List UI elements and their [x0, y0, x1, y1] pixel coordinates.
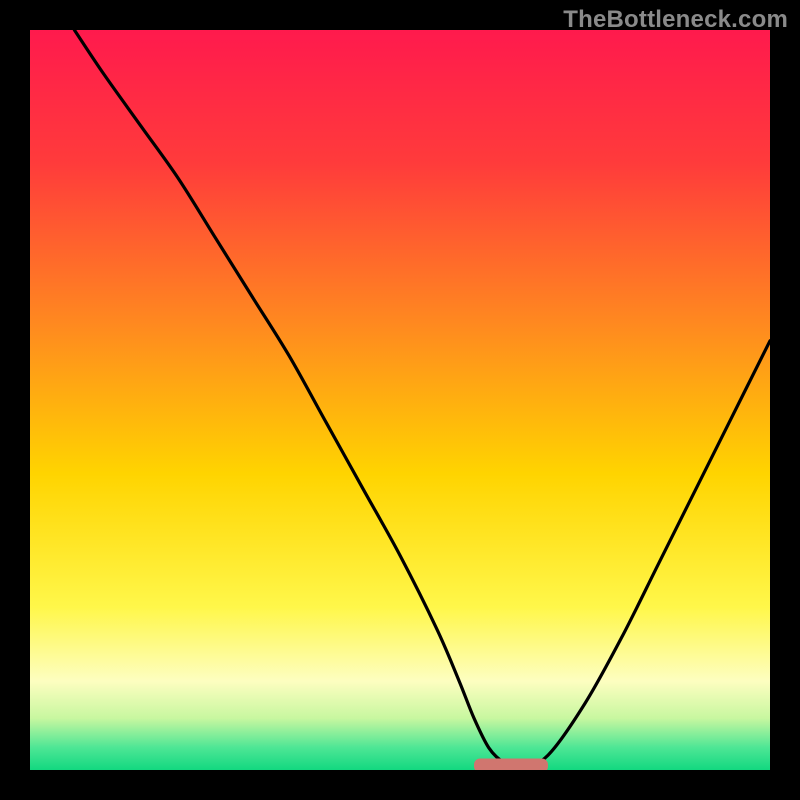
watermark-text: TheBottleneck.com [563, 6, 788, 34]
plot-svg [30, 30, 770, 770]
optimal-marker [474, 759, 548, 770]
plot-area [30, 30, 770, 770]
gradient-background [30, 30, 770, 770]
chart-frame: TheBottleneck.com [0, 0, 800, 800]
